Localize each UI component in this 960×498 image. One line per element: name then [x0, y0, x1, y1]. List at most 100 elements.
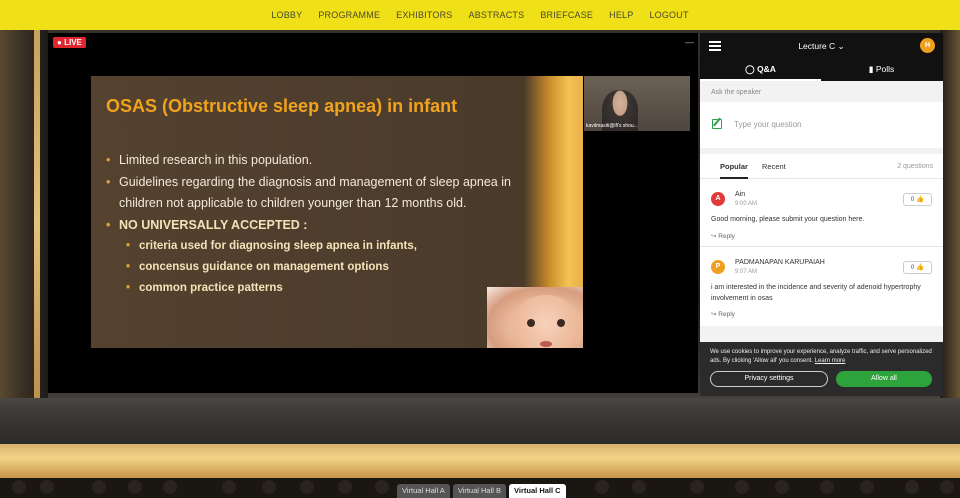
- like-button[interactable]: 0 👍: [903, 193, 932, 206]
- right-wall: [940, 30, 960, 420]
- tab-virtual-hall-a[interactable]: Virtual Hall A: [397, 484, 450, 498]
- top-navigation: LOBBY PROGRAMME EXHIBITORS ABSTRACTS BRI…: [0, 0, 960, 30]
- nav-lobby[interactable]: LOBBY: [271, 10, 302, 20]
- lecture-title: Lecture C: [798, 41, 836, 51]
- slide-bullets: Limited research in this population. Gui…: [105, 150, 525, 299]
- tab-virtual-hall-c[interactable]: Virtual Hall C: [509, 484, 566, 498]
- question-count: 2 questions: [897, 163, 933, 170]
- audience-head: [775, 480, 789, 494]
- audience-head: [92, 480, 106, 494]
- thumbs-up-icon: 👍: [916, 264, 925, 271]
- slide-sub-bullet: concensus guidance on management options: [105, 257, 525, 278]
- chat-bubble-icon: ◯: [745, 64, 755, 74]
- audience-head: [338, 480, 352, 494]
- nav-logout[interactable]: LOGOUT: [649, 10, 688, 20]
- audience-head: [163, 480, 177, 494]
- chevron-down-icon: ⌄: [837, 41, 845, 51]
- audience-head: [12, 480, 26, 494]
- hall-tabs: Virtual Hall A Virtual Hall B Virtual Ha…: [397, 484, 566, 498]
- stage-floor: [0, 398, 960, 446]
- user-avatar[interactable]: H: [920, 38, 935, 53]
- audience-head: [820, 480, 834, 494]
- baby-eye: [557, 319, 565, 327]
- question-author: Ain: [735, 191, 746, 198]
- audience-head: [860, 480, 874, 494]
- question-placeholder: Type your question: [734, 120, 802, 129]
- nav-briefcase[interactable]: BRIEFCASE: [540, 10, 593, 20]
- live-label: LIVE: [64, 38, 82, 47]
- question-avatar: A: [711, 192, 725, 206]
- panel-tabs: ◯ Q&A ▮ Polls: [700, 59, 943, 81]
- audience-head: [128, 480, 142, 494]
- slide-bullet: NO UNIVERSALLY ACCEPTED :: [105, 215, 525, 237]
- sort-recent[interactable]: Recent: [762, 162, 786, 171]
- sort-popular[interactable]: Popular: [720, 162, 748, 179]
- speaker-camera: kavitmasiti@ifi's shou...: [584, 76, 690, 131]
- question-item: A Ain 9:00 AM 0 👍 Good morning, please s…: [700, 180, 943, 247]
- reply-label: Reply: [718, 311, 735, 318]
- like-button[interactable]: 0 👍: [903, 261, 932, 274]
- audience-head: [375, 480, 389, 494]
- thumbs-up-icon: 👍: [916, 196, 925, 203]
- lecture-selector[interactable]: Lecture C ⌄: [700, 41, 943, 52]
- reply-button[interactable]: ↪ Reply: [711, 310, 735, 318]
- tab-polls-label: Polls: [875, 64, 895, 74]
- slide-sub-bullet: common practice patterns: [105, 278, 525, 299]
- tab-virtual-hall-b[interactable]: Virtual Hall B: [452, 484, 507, 498]
- reply-icon: ↪: [711, 311, 717, 318]
- audience-head: [735, 480, 749, 494]
- tab-polls[interactable]: ▮ Polls: [821, 59, 942, 81]
- baby-eye: [527, 319, 535, 327]
- cookie-text-block: We use cookies to improve your experienc…: [710, 348, 935, 366]
- edit-icon: [712, 119, 722, 129]
- baby-mouth: [540, 341, 552, 347]
- presentation-slide: OSAS (Obstructive sleep apnea) in infant…: [91, 76, 583, 348]
- nav-help[interactable]: HELP: [609, 10, 633, 20]
- question-time: 9:07 AM: [735, 269, 758, 275]
- audience-head: [595, 480, 609, 494]
- baby-face: [513, 295, 579, 348]
- like-count: 0: [910, 196, 915, 203]
- audience-head: [40, 480, 54, 494]
- audience-head: [905, 480, 919, 494]
- questions-list: Popular Recent 2 questions A Ain 9:00 AM…: [700, 154, 943, 326]
- slide-sub-bullet: criteria used for diagnosing sleep apnea…: [105, 236, 525, 257]
- question-time: 9:00 AM: [735, 201, 758, 207]
- video-player[interactable]: ● LIVE — OSAS (Obstructive sleep apnea) …: [48, 33, 698, 393]
- allow-all-button[interactable]: Allow all: [836, 371, 932, 387]
- nav-abstracts[interactable]: ABSTRACTS: [469, 10, 525, 20]
- question-input[interactable]: Type your question: [700, 102, 943, 148]
- audience-head: [262, 480, 276, 494]
- tab-qa-label: Q&A: [757, 64, 776, 74]
- video-corner-icon: —: [685, 37, 694, 47]
- live-dot-icon: ●: [57, 38, 62, 47]
- live-badge: ● LIVE: [53, 37, 86, 48]
- slide-bullet: Guidelines regarding the diagnosis and m…: [105, 172, 525, 215]
- learn-more-link[interactable]: Learn more: [815, 358, 846, 364]
- bar-chart-icon: ▮: [868, 64, 874, 74]
- ask-speaker-label: Ask the speaker: [711, 89, 762, 96]
- privacy-settings-button[interactable]: Privacy settings: [710, 371, 828, 387]
- tab-qa[interactable]: ◯ Q&A: [700, 59, 821, 81]
- stage-edge: [0, 444, 960, 478]
- reply-label: Reply: [718, 233, 735, 240]
- audience-head: [222, 480, 236, 494]
- audience-head: [690, 480, 704, 494]
- audience-head: [940, 480, 954, 494]
- like-count: 0: [910, 264, 915, 271]
- question-item: P PADMANAPAN KARUPAIAH 9:07 AM 0 👍 i am …: [700, 248, 943, 326]
- slide-title: OSAS (Obstructive sleep apnea) in infant: [106, 96, 458, 116]
- left-wall: [0, 30, 48, 420]
- audience-head: [300, 480, 314, 494]
- slide-bullet: Limited research in this population.: [105, 150, 525, 172]
- speaker-name: kavitmasiti@ifi's shou...: [586, 123, 638, 129]
- question-text: Good morning, please submit your questio…: [711, 216, 865, 223]
- sort-tabs: Popular Recent 2 questions: [700, 154, 943, 179]
- reply-button[interactable]: ↪ Reply: [711, 232, 735, 240]
- cookie-banner: We use cookies to improve your experienc…: [700, 342, 943, 396]
- nav-exhibitors[interactable]: EXHIBITORS: [396, 10, 452, 20]
- nav-programme[interactable]: PROGRAMME: [318, 10, 380, 20]
- panel-header: Lecture C ⌄ H: [700, 33, 943, 59]
- audience-head: [632, 480, 646, 494]
- question-avatar: P: [711, 260, 725, 274]
